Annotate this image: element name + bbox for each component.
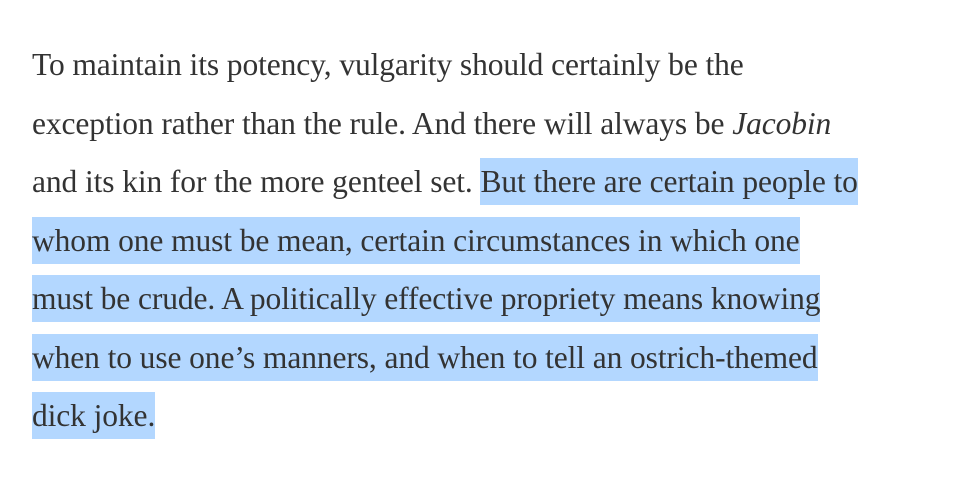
line-1-text: To maintain its potency, vulgarity shoul… bbox=[32, 47, 744, 82]
text-line-1: To maintain its potency, vulgarity shoul… bbox=[32, 36, 952, 95]
text-line-3: and its kin for the more genteel set. Bu… bbox=[32, 153, 952, 212]
article-paragraph: To maintain its potency, vulgarity shoul… bbox=[32, 36, 952, 446]
text-line-7: dick joke. bbox=[32, 387, 952, 446]
text-line-2: exception rather than the rule. And ther… bbox=[32, 95, 952, 154]
line-3-text: and its kin for the more genteel set. bbox=[32, 164, 481, 199]
page: To maintain its potency, vulgarity shoul… bbox=[0, 0, 976, 486]
publication-name-italic: Jacobin bbox=[732, 105, 832, 141]
selected-text-line-4[interactable]: whom one must be mean, certain circumsta… bbox=[32, 216, 800, 264]
selected-text-line-6[interactable]: when to use one’s manners, and when to t… bbox=[32, 333, 818, 381]
text-line-6: when to use one’s manners, and when to t… bbox=[32, 329, 952, 388]
text-line-5: must be crude. A politically effective p… bbox=[32, 270, 952, 329]
selected-text-line-5[interactable]: must be crude. A politically effective p… bbox=[32, 275, 821, 322]
line-2-text: exception rather than the rule. And ther… bbox=[32, 105, 733, 141]
selected-text-start[interactable]: But there are certain people to bbox=[480, 158, 858, 205]
selected-text-end[interactable]: dick joke. bbox=[32, 392, 155, 439]
text-line-4: whom one must be mean, certain circumsta… bbox=[32, 212, 952, 271]
